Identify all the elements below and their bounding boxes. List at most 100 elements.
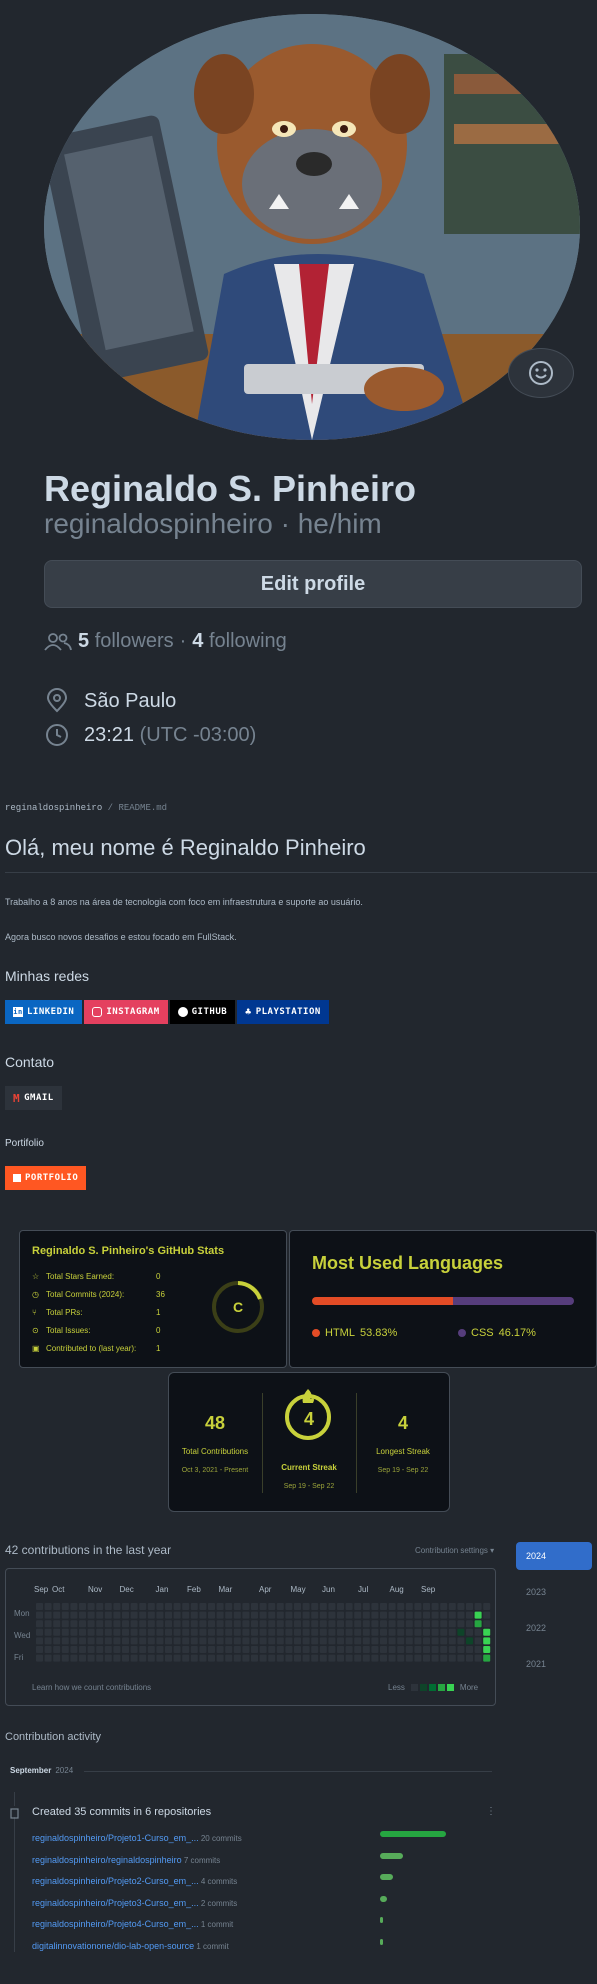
contribution-cell[interactable] [242,1628,250,1636]
contribution-cell[interactable] [139,1611,147,1619]
contribution-cell[interactable] [311,1611,319,1619]
contribution-cell[interactable] [182,1637,190,1645]
contribution-cell[interactable] [225,1654,233,1662]
contribution-cell[interactable] [53,1611,61,1619]
contribution-cell[interactable] [165,1637,172,1645]
contribution-cell[interactable] [190,1628,198,1636]
contribution-cell[interactable] [225,1611,233,1619]
contribution-cell[interactable] [380,1628,387,1636]
contribution-cell[interactable] [302,1628,310,1636]
contribution-cell[interactable] [337,1637,344,1645]
contribution-cell[interactable] [259,1654,267,1662]
contribution-cell[interactable] [268,1620,276,1628]
contribution-cell[interactable] [156,1620,164,1628]
contribution-cell[interactable] [457,1611,465,1619]
contribution-cell[interactable] [388,1646,396,1653]
contribution-cell[interactable] [397,1654,405,1662]
contribution-cell[interactable] [79,1628,86,1636]
contribution-cell[interactable] [233,1628,241,1636]
contribution-cell[interactable] [122,1654,129,1662]
contribution-cell[interactable] [345,1611,353,1619]
contribution-cell[interactable] [242,1637,250,1645]
set-status-button[interactable] [508,348,574,398]
contribution-cell[interactable] [362,1628,370,1636]
contribution-cell[interactable] [156,1603,164,1610]
contribution-cell[interactable] [268,1628,276,1636]
contribution-cell[interactable] [104,1646,112,1653]
repo-commit-count[interactable]: 2 commits [199,1899,237,1908]
contribution-cell[interactable] [388,1611,396,1619]
contribution-cell[interactable] [216,1646,224,1653]
contribution-cell[interactable] [70,1620,78,1628]
contribution-cell[interactable] [130,1654,138,1662]
contribution-cell[interactable] [302,1603,310,1610]
contribution-cell[interactable] [423,1628,430,1636]
contribution-cell[interactable] [182,1646,190,1653]
contribution-cell[interactable] [36,1654,43,1662]
contribution-cell[interactable] [147,1628,155,1636]
instagram-badge[interactable]: INSTAGRAM [84,1000,168,1024]
contribution-cell[interactable] [61,1646,69,1653]
contribution-cell[interactable] [448,1603,456,1610]
activity-summary[interactable]: Created 35 commits in 6 repositories [32,1806,211,1818]
playstation-badge[interactable]: ♣ PLAYSTATION [237,1000,329,1024]
contribution-cell[interactable] [388,1620,396,1628]
contribution-cell[interactable] [87,1611,95,1619]
contribution-cell[interactable] [44,1654,52,1662]
contribution-cell[interactable] [61,1628,69,1636]
repo-link[interactable]: reginaldospinheiro/reginaldospinheiro [32,1855,182,1865]
contribution-cell[interactable] [423,1603,430,1610]
contribution-cell[interactable] [328,1628,336,1636]
contribution-cell[interactable] [423,1620,430,1628]
contribution-cell[interactable] [285,1654,293,1662]
contribution-cell[interactable] [380,1637,387,1645]
contribution-cell[interactable] [225,1603,233,1610]
contribution-cell[interactable] [147,1611,155,1619]
edit-profile-button[interactable]: Edit profile [44,560,582,608]
contribution-cell[interactable] [225,1628,233,1636]
contribution-cell[interactable] [44,1637,52,1645]
contribution-cell[interactable] [216,1611,224,1619]
contribution-cell[interactable] [225,1620,233,1628]
contribution-cell[interactable] [483,1654,491,1662]
contribution-cell[interactable] [79,1620,86,1628]
contribution-cell[interactable] [242,1611,250,1619]
contribution-cell[interactable] [233,1620,241,1628]
contribution-cell[interactable] [285,1611,293,1619]
contribution-cell[interactable] [44,1611,52,1619]
contribution-cell[interactable] [268,1611,276,1619]
contribution-cell[interactable] [216,1654,224,1662]
contribution-cell[interactable] [319,1637,327,1645]
repo-commit-count[interactable]: 1 commit [194,1942,228,1951]
contribution-cell[interactable] [474,1603,482,1610]
contribution-cell[interactable] [190,1654,198,1662]
contribution-cell[interactable] [182,1620,190,1628]
contribution-cell[interactable] [285,1637,293,1645]
contribution-cell[interactable] [173,1654,181,1662]
readme-user-link[interactable]: reginaldospinheiro [5,803,102,813]
contribution-cell[interactable] [216,1628,224,1636]
contribution-cell[interactable] [276,1646,284,1653]
contribution-cell[interactable] [388,1654,396,1662]
contribution-cell[interactable] [199,1654,207,1662]
contribution-cell[interactable] [173,1637,181,1645]
contribution-cell[interactable] [345,1654,353,1662]
contribution-cell[interactable] [104,1654,112,1662]
contribution-cell[interactable] [96,1620,104,1628]
contribution-cell[interactable] [44,1646,52,1653]
contribution-cell[interactable] [216,1620,224,1628]
contribution-cell[interactable] [113,1611,121,1619]
contribution-cell[interactable] [294,1646,301,1653]
contribution-cell[interactable] [53,1637,61,1645]
contribution-cell[interactable] [199,1611,207,1619]
contribution-cell[interactable] [414,1603,422,1610]
contribution-cell[interactable] [380,1603,387,1610]
contribution-cell[interactable] [53,1620,61,1628]
contribution-cell[interactable] [474,1611,482,1619]
contribution-cell[interactable] [337,1620,344,1628]
repo-link[interactable]: reginaldospinheiro/Projeto4-Curso_em_... [32,1919,199,1929]
contribution-cell[interactable] [354,1654,362,1662]
contribution-cell[interactable] [113,1620,121,1628]
contribution-cell[interactable] [199,1637,207,1645]
contribution-cell[interactable] [259,1620,267,1628]
